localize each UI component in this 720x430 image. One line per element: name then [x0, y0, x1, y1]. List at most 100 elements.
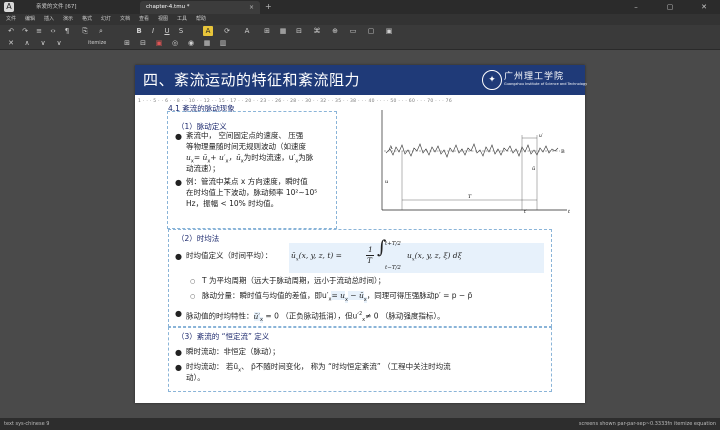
- slide-title: 四、紊流运动的特征和紊流阻力: [143, 71, 361, 89]
- underline-icon[interactable]: U: [162, 26, 172, 36]
- example-line-1: 例：管流中某点 x 方向速度，瞬时值: [186, 177, 308, 186]
- close-button[interactable]: ✕: [692, 0, 716, 14]
- italic-icon[interactable]: I: [148, 26, 158, 36]
- hollow-bullet-icon: ○: [190, 278, 196, 285]
- box-icon[interactable]: ▢: [366, 26, 376, 36]
- copy-icon[interactable]: ⎘: [80, 26, 90, 36]
- maximize-button[interactable]: ▢: [658, 0, 682, 14]
- table-icon[interactable]: ⊞: [262, 26, 272, 36]
- context-toolbar: ✕ ∧ ∨ ∨ itemize ⊞ ⊟ ▣ ◎ ◉ ▦ ▥: [0, 37, 720, 50]
- list-remove-icon[interactable]: ⊟: [138, 38, 148, 48]
- insert-icon[interactable]: ⊕: [330, 26, 340, 36]
- menu-tools[interactable]: 工具: [177, 14, 187, 25]
- down-alt-icon[interactable]: ∨: [54, 38, 64, 48]
- bullet-icon: ●: [175, 363, 182, 372]
- bullet-icon: ●: [175, 309, 182, 318]
- command-icon[interactable]: ⌘: [312, 26, 322, 36]
- slide-header: 四、紊流运动的特征和紊流阻力 ✦ 广州理工学院 Guangzhou Instit…: [135, 65, 587, 95]
- new-tab-button[interactable]: +: [265, 1, 272, 13]
- figure-label-u: u: [385, 179, 388, 185]
- frame-icon[interactable]: ▭: [348, 26, 358, 36]
- menu-help[interactable]: 帮助: [196, 14, 206, 25]
- emblem-icon: ✦: [482, 70, 502, 90]
- redo-icon[interactable]: ↷: [20, 26, 30, 36]
- menu-document[interactable]: 文档: [120, 14, 130, 25]
- target-icon[interactable]: ◎: [170, 38, 180, 48]
- figure-label-a: A: [388, 145, 393, 151]
- status-bar: text sys-chinese 9 screens shown par-par…: [0, 418, 720, 430]
- figure-label-b: B: [561, 149, 565, 155]
- velocity-trace: [385, 143, 559, 158]
- minimize-button[interactable]: –: [624, 0, 648, 14]
- slide[interactable]: 四、紊流运动的特征和紊流阻力 ✦ 广州理工学院 Guangzhou Instit…: [135, 65, 587, 403]
- close-mode-icon[interactable]: ✕: [6, 38, 16, 48]
- layout-icon[interactable]: ▦: [202, 38, 212, 48]
- tab-close-icon[interactable]: ×: [249, 1, 254, 14]
- definition-line-4: 动流速）；: [186, 164, 220, 173]
- link-icon[interactable]: ⊟: [294, 26, 304, 36]
- title-bar: A 亲爱的文件 [67] chapter-4.tmu * × + – ▢ ✕: [0, 0, 720, 14]
- bullet-icon: ●: [175, 252, 182, 261]
- status-left: text sys-chinese 9: [4, 421, 50, 427]
- definition-line-1: 紊流中， 空间固定点的速度、 压强: [186, 131, 304, 140]
- itemize-label[interactable]: itemize: [88, 38, 106, 48]
- period-note: T 为平均周期（远大于脉动周期，远小于流动总时间）；: [202, 276, 386, 285]
- strike-icon[interactable]: S: [176, 26, 186, 36]
- app-logo-icon: A: [4, 2, 14, 12]
- highlight-icon[interactable]: A: [203, 26, 213, 36]
- tab-document[interactable]: chapter-4.tmu * ×: [140, 1, 260, 14]
- menu-edit[interactable]: 编辑: [25, 14, 35, 25]
- figure-label-u-prime: u′: [539, 133, 543, 139]
- bullet-icon: ●: [175, 348, 182, 357]
- tab-document-label: chapter-4.tmu *: [146, 4, 190, 10]
- paragraph-icon[interactable]: ¶: [62, 26, 72, 36]
- tab-app[interactable]: 亲爱的文件 [67]: [30, 1, 140, 14]
- status-right: screens shown par-par-sep~0.3333fn itemi…: [578, 421, 716, 427]
- hollow-bullet-icon: ○: [190, 293, 196, 300]
- menu-format[interactable]: 格式: [82, 14, 92, 25]
- logo-subtext: Guangzhou Institute of Science and Techn…: [504, 82, 588, 86]
- stop-icon[interactable]: ▣: [154, 38, 164, 48]
- grid-icon[interactable]: ▦: [278, 26, 288, 36]
- time-average-label: 时均值定义（时间平均）：: [186, 251, 273, 260]
- figure-label-period: T: [468, 194, 472, 200]
- align-icon[interactable]: ≡: [34, 26, 44, 36]
- menu-file[interactable]: 文件: [6, 14, 16, 25]
- columns-icon[interactable]: ▥: [218, 38, 228, 48]
- menu-view[interactable]: 查看: [139, 14, 149, 25]
- subheading-time-average: （2）时均法: [177, 234, 220, 243]
- menu-bar: 文件 编辑 插入 演示 格式 幻灯 文档 查看 视图 工具 帮助: [0, 14, 720, 25]
- main-toolbar: ↶ ↷ ≡ ‹› ¶ ⎘ ⌕ B I U S A ⟳ A ⊞ ▦ ⊟ ⌘ ⊕ ▭…: [0, 25, 720, 37]
- refresh-icon[interactable]: ⟳: [222, 26, 232, 36]
- figure-label-t-prime: t′: [524, 209, 527, 215]
- menu-present[interactable]: 演示: [63, 14, 73, 25]
- source-icon[interactable]: ‹›: [48, 26, 58, 36]
- definition-line-2: 等物理量随时间无规则波动（如速度: [186, 142, 306, 151]
- bullet-icon: ●: [175, 178, 182, 187]
- list-add-icon[interactable]: ⊞: [122, 38, 132, 48]
- subheading-steady-flow: （3）紊流的 “恒定流” 定义: [177, 332, 270, 341]
- text-size-icon[interactable]: A: [242, 26, 252, 36]
- fluctuation-component-note: 脉动分量：瞬时值与均值的差值，即u′x= ux − ūx，同理可得压强脉动p′ …: [202, 291, 473, 303]
- up-icon[interactable]: ∧: [22, 38, 32, 48]
- bullet-icon: ●: [175, 132, 182, 141]
- bold-icon[interactable]: B: [134, 26, 144, 36]
- logo-text: 广州理工学院: [504, 72, 565, 82]
- down-icon[interactable]: ∨: [38, 38, 48, 48]
- menu-slide[interactable]: 幻灯: [101, 14, 111, 25]
- instantaneous-flow-note: 瞬时流动：非恒定（脉动）；: [186, 347, 280, 356]
- image-icon[interactable]: ▣: [384, 26, 394, 36]
- fluctuation-average-note: 脉动值的时均特性：ū′x = 0 （正负脉动抵消），但u′2x≠ 0 （脉动强度…: [186, 311, 445, 323]
- velocity-fluctuation-figure: A B u ū t T t′ u′: [381, 110, 571, 215]
- example-line-2: 在时均值上下波动，脉动频率 10²~10⁵: [186, 188, 318, 197]
- search-icon[interactable]: ⌕: [96, 26, 106, 36]
- time-average-flow-note: 时均流动： 若ūx、 p̄不随时间变化， 称为 “时均恒定紊流” （工程中关注时…: [186, 362, 451, 374]
- undo-icon[interactable]: ↶: [6, 26, 16, 36]
- menu-insert[interactable]: 插入: [44, 14, 54, 25]
- menu-window[interactable]: 视图: [158, 14, 168, 25]
- record-icon[interactable]: ◉: [186, 38, 196, 48]
- time-average-flow-note-end: 动）。: [186, 373, 205, 382]
- figure-label-u-bar: ū: [532, 166, 535, 172]
- figure-label-t: t: [568, 209, 571, 215]
- university-logo: ✦ 广州理工学院 Guangzhou Institute of Science …: [482, 68, 587, 92]
